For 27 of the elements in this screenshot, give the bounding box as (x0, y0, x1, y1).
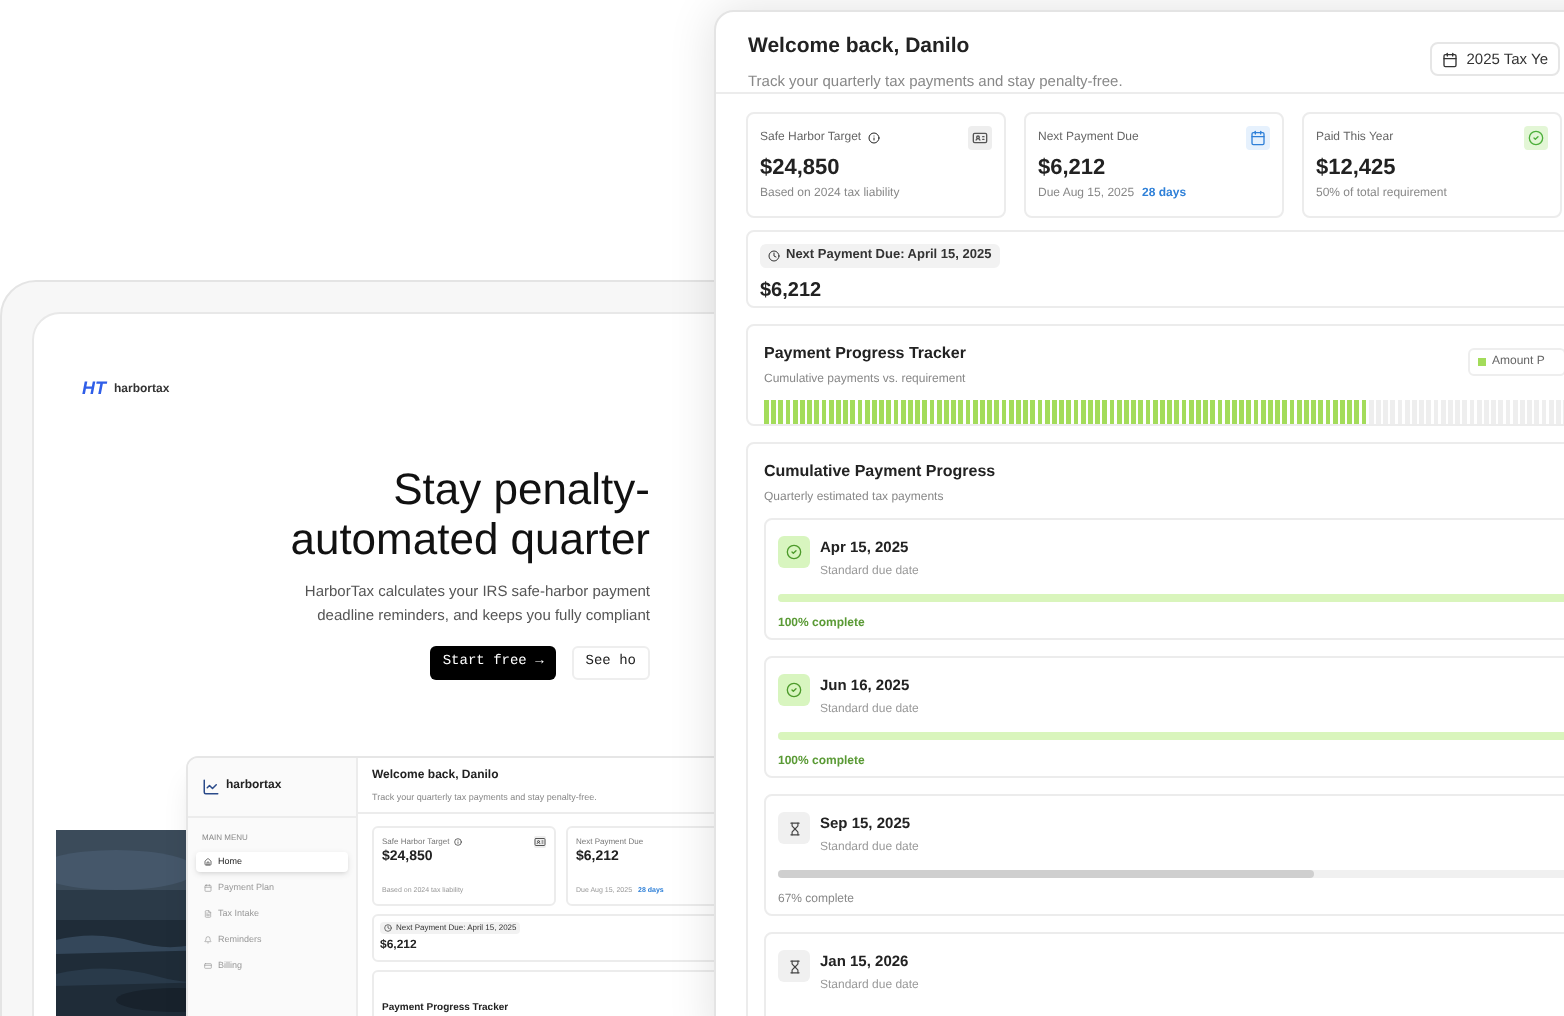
credit-card-icon (204, 962, 212, 970)
check-circle-icon (786, 544, 802, 560)
card-value: $12,425 (1316, 154, 1398, 184)
welcome-title: Welcome back, Danilo (748, 32, 972, 62)
clock-icon (768, 250, 780, 262)
check-circle-icon (786, 682, 802, 698)
headline: Stay penalty- (393, 464, 650, 514)
id-card-icon (972, 130, 988, 146)
next-payment-amount: $6,212 (760, 278, 822, 306)
progress-title: Cumulative Payment Progress (764, 460, 998, 484)
chart-line-icon (202, 778, 220, 796)
id-card-icon (534, 836, 546, 848)
card-value: $24,850 (760, 154, 842, 184)
document-icon (204, 910, 212, 918)
calendar-icon (204, 884, 212, 892)
calendar-icon (1442, 51, 1459, 67)
headline: automated quarter (290, 514, 650, 564)
hourglass-icon (787, 959, 801, 973)
bell-icon (204, 936, 212, 944)
logo-mark: HT (82, 380, 106, 398)
calendar-icon (1250, 130, 1266, 146)
tracker-title: Payment Progress Tracker (764, 342, 968, 366)
legend-swatch-icon (1478, 358, 1486, 366)
card-value: $6,212 (1038, 154, 1108, 184)
check-circle-icon (1528, 130, 1544, 146)
home-icon (204, 858, 212, 866)
hourglass-icon (787, 821, 801, 835)
